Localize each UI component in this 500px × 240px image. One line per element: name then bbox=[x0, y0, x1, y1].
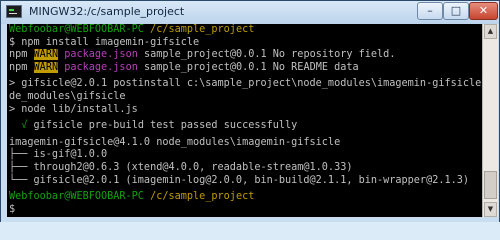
warn-message: sample_project@0.0.1 No README data bbox=[137, 61, 359, 73]
window-title: MINGW32:/c/sample_project bbox=[29, 5, 185, 18]
warn-badge: WARN bbox=[33, 49, 59, 61]
terminal-app-icon[interactable] bbox=[6, 5, 22, 18]
prompt-userhost: Webfoobar@WEBFOOBAR-PC bbox=[9, 24, 144, 35]
warn-prefix: npm bbox=[9, 61, 34, 73]
minimize-button[interactable]: – bbox=[417, 2, 443, 20]
window-bottom-border bbox=[1, 217, 499, 222]
pass-text: gifsicle pre-build test passed successfu… bbox=[27, 120, 298, 132]
scroll-up-arrow-icon[interactable]: ▲ bbox=[484, 24, 497, 39]
scrollbar-thumb[interactable] bbox=[484, 171, 497, 199]
close-button[interactable]: ✕ bbox=[469, 2, 498, 20]
postinstall-line: > gifsicle@2.0.1 postinstall c:\sample_p… bbox=[9, 78, 482, 90]
prompt-path: /c/sample_project bbox=[150, 191, 255, 203]
warn-package-json: package.json bbox=[64, 61, 138, 73]
prompt-userhost: Webfoobar@WEBFOOBAR-PC bbox=[9, 191, 144, 203]
tree-item-line: ├── is-gif@1.0.0 bbox=[9, 149, 108, 161]
warn-message: sample_project@0.0.1 No repository field… bbox=[137, 49, 396, 61]
maximize-button[interactable]: □ bbox=[443, 2, 469, 20]
vertical-scrollbar[interactable]: ▲ ▼ bbox=[482, 24, 498, 217]
prompt-line: Webfoobar@WEBFOOBAR-PC /c/sample_project bbox=[7, 191, 482, 204]
warn-package-json: package.json bbox=[64, 49, 138, 61]
postinstall-line: > node lib/install.js bbox=[9, 103, 138, 115]
npm-warn-line: npm WARN package.json sample_project@0.0… bbox=[7, 61, 482, 75]
command-line: $ npm install imagemin-gifsicle bbox=[9, 36, 200, 48]
pass-line: √ gifsicle pre-build test passed success… bbox=[7, 120, 482, 133]
postinstall-line: de_modules\gifsicle bbox=[9, 90, 126, 102]
command-input-line[interactable]: $ bbox=[7, 204, 482, 217]
title-bar[interactable]: MINGW32:/c/sample_project – □ ✕ bbox=[1, 1, 499, 24]
scroll-down-arrow-icon[interactable]: ▼ bbox=[484, 202, 497, 217]
tree-item-line: ├── through2@0.6.3 (xtend@4.0.0, readabl… bbox=[9, 161, 353, 173]
warn-badge: WARN bbox=[33, 61, 59, 73]
warn-prefix: npm bbox=[9, 49, 34, 61]
terminal-window: MINGW32:/c/sample_project – □ ✕ Webfooba… bbox=[0, 0, 500, 222]
prompt-path: /c/sample_project bbox=[150, 24, 255, 35]
console-output[interactable]: Webfoobar@WEBFOOBAR-PC /c/sample_project… bbox=[7, 24, 482, 217]
tree-root-line: imagemin-gifsicle@4.1.0 node_modules\ima… bbox=[9, 136, 341, 148]
prompt-line: Webfoobar@WEBFOOBAR-PC /c/sample_project bbox=[7, 24, 482, 37]
tree-item-line: └── gifsicle@2.0.1 (imagemin-log@2.0.0, … bbox=[9, 174, 470, 186]
npm-warn-line: npm WARN package.json sample_project@0.0… bbox=[7, 49, 482, 62]
